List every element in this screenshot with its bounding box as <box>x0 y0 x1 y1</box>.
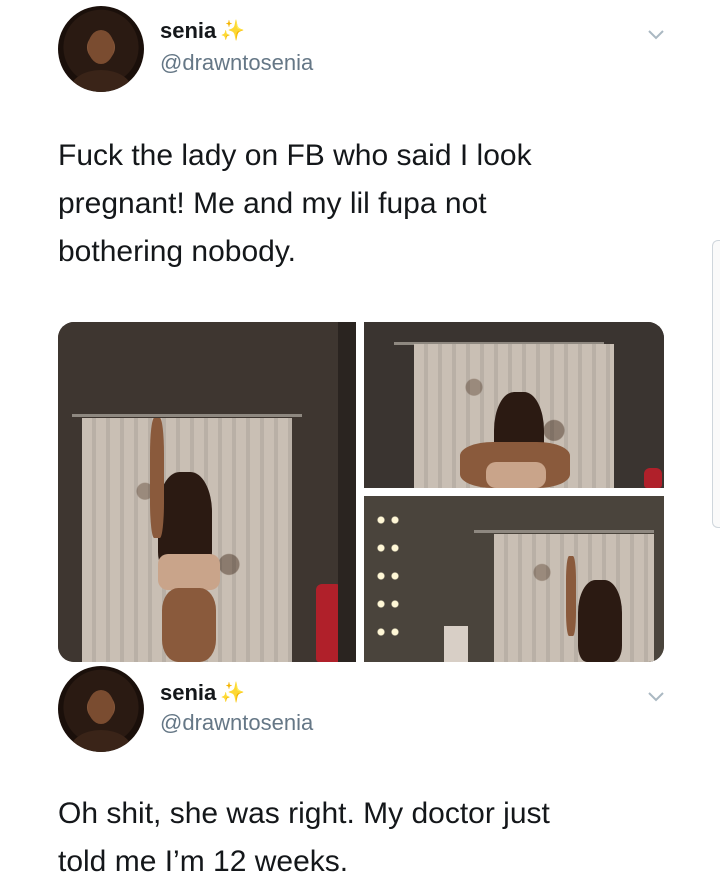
photo-person-arm <box>150 418 164 538</box>
author-name[interactable]: senia <box>160 18 216 44</box>
media-grid <box>58 322 664 662</box>
tweet-text-line: Fuck the lady on FB who said I look <box>58 139 532 172</box>
scrollbar[interactable] <box>712 240 720 528</box>
chevron-down-icon[interactable] <box>644 22 668 46</box>
photo-person-body <box>162 588 216 662</box>
author-handle[interactable]: @drawntosenia <box>160 710 313 736</box>
author-row: senia ✨ <box>160 680 245 706</box>
photo-person-top <box>486 462 546 488</box>
photo-curtain-rod <box>72 414 302 417</box>
photo-person-top <box>158 554 220 590</box>
author-handle[interactable]: @drawntosenia <box>160 50 313 76</box>
avatar[interactable] <box>58 6 144 92</box>
tweet-text: Fuck the lady on FB who said I look preg… <box>58 132 678 276</box>
photo-bottle <box>644 468 662 488</box>
media-photo-1[interactable] <box>58 322 356 662</box>
photo-doorframe <box>338 322 356 662</box>
author-name[interactable]: senia <box>160 680 216 706</box>
media-photo-3[interactable] <box>364 496 664 662</box>
avatar[interactable] <box>58 666 144 752</box>
photo-towel <box>444 626 468 662</box>
chevron-down-icon[interactable] <box>644 684 668 708</box>
avatar-face <box>88 690 114 724</box>
sparkles-icon: ✨ <box>220 20 246 42</box>
avatar-shoulders <box>70 730 132 752</box>
photo-string-lights <box>374 506 404 656</box>
media-photo-2[interactable] <box>364 322 664 488</box>
photo-person-arm <box>566 556 576 636</box>
avatar-shoulders <box>70 70 132 92</box>
photo-curtain-rod <box>474 530 654 533</box>
author-row: senia ✨ <box>160 18 245 44</box>
photo-person-hair <box>578 580 622 662</box>
sparkles-icon: ✨ <box>220 682 246 704</box>
tweet-text-line: pregnant! Me and my lil fupa not <box>58 187 487 220</box>
avatar-face <box>88 30 114 64</box>
tweet-text-line: told me I’m 12 weeks. <box>58 845 349 878</box>
tweet-text-line: bothering nobody. <box>58 235 296 268</box>
tweet-text: Oh shit, she was right. My doctor just t… <box>58 790 678 886</box>
tweet-text-line: Oh shit, she was right. My doctor just <box>58 797 550 830</box>
